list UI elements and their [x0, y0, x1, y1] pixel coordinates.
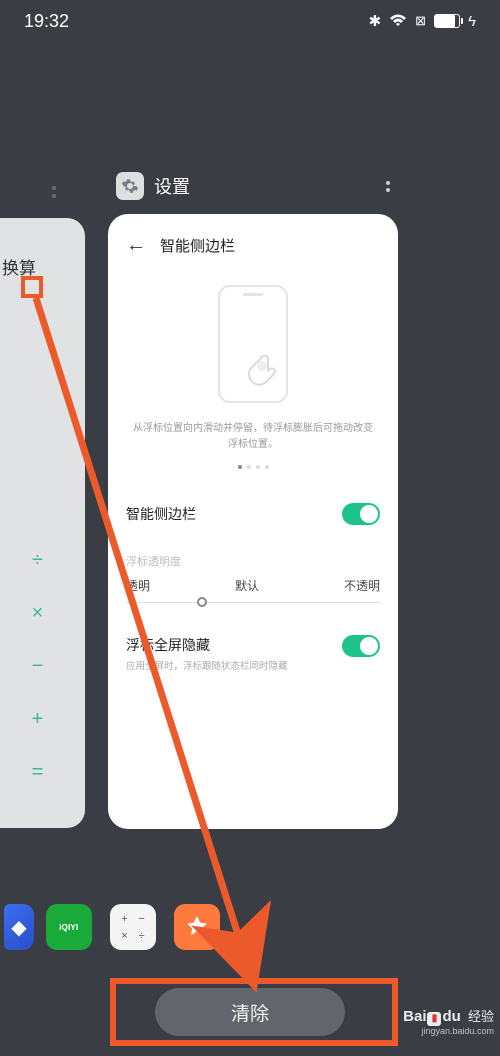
wm-brand-r: du: [442, 1008, 460, 1025]
recent-app-settings[interactable]: 设置 ← 智能侧边栏 从浮标位置向内滑动并停留，待浮标膨胀后可拖动改变浮标位置。…: [108, 168, 398, 829]
dock-app-iqiyi[interactable]: iQIYI: [46, 904, 92, 950]
hand-icon: [242, 345, 294, 401]
toggle-fullscreen-hide[interactable]: [342, 635, 380, 657]
back-icon[interactable]: ←: [126, 234, 146, 257]
app-title: 设置: [154, 173, 190, 199]
dock-app-4[interactable]: [174, 904, 220, 950]
annotation-end-rect: [110, 978, 398, 1046]
nosim-icon: ⊠: [415, 13, 426, 29]
page-indicator: [126, 465, 380, 469]
equals-icon: =: [32, 761, 44, 784]
row-fullscreen-hide[interactable]: 浮标全屏隐藏 应用全屏时，浮标跟随状态栏同时隐藏: [126, 621, 380, 686]
row-label: 浮标全屏隐藏: [126, 635, 288, 655]
toggle-smart-sidebar[interactable]: [342, 503, 380, 525]
slider-thumb[interactable]: [197, 597, 207, 607]
wifi-icon: [389, 14, 407, 28]
calc-operators: ÷ × − + =: [2, 549, 73, 784]
settings-card: ← 智能侧边栏 从浮标位置向内滑动并停留，待浮标膨胀后可拖动改变浮标位置。 智能…: [108, 214, 398, 829]
annotation-start-rect: [21, 276, 43, 298]
multiply-icon: ×: [32, 602, 44, 625]
status-time: 19:32: [24, 11, 69, 32]
opacity-slider[interactable]: [126, 602, 380, 603]
status-icons: ✱ ⊠ ϟ: [369, 12, 476, 30]
opacity-section-label: 浮标透明度: [126, 553, 380, 569]
slider-label-left: 透明: [126, 577, 150, 594]
bluetooth-icon: ✱: [369, 12, 382, 30]
settings-app-icon: [116, 172, 144, 200]
illustration-caption: 从浮标位置向内滑动并停留，待浮标膨胀后可拖动改变浮标位置。: [126, 421, 380, 453]
slider-label-mid: 默认: [235, 577, 259, 594]
row-smart-sidebar[interactable]: 智能侧边栏: [126, 489, 380, 539]
wm-suffix: 经验: [468, 1009, 494, 1024]
minus-icon: −: [32, 655, 44, 678]
divide-icon: ÷: [32, 549, 43, 572]
charging-icon: ϟ: [468, 13, 476, 30]
watermark: Bai▮du 经验 jingyan.baidu.com: [403, 1007, 494, 1038]
plus-icon: +: [32, 708, 44, 731]
battery-icon: [434, 14, 460, 28]
dock-app-1[interactable]: ◆: [4, 904, 34, 950]
sidebar-illustration: [188, 279, 318, 409]
drag-handle-icon[interactable]: [52, 186, 56, 198]
row-label: 智能侧边栏: [126, 504, 196, 524]
slider-labels: 透明 默认 不透明: [126, 577, 380, 594]
wm-url: jingyan.baidu.com: [403, 1026, 494, 1038]
slider-label-right: 不透明: [344, 577, 380, 594]
card-header: 设置: [108, 168, 398, 214]
dock-app-calculator[interactable]: +−×÷: [110, 904, 156, 950]
page-title: 智能侧边栏: [160, 235, 235, 256]
more-options-icon[interactable]: [386, 181, 390, 192]
card-topbar: ← 智能侧边栏: [126, 234, 380, 257]
app-dock: ◆ iQIYI +−×÷: [4, 904, 220, 950]
wm-brand-l: Bai: [403, 1008, 426, 1025]
status-bar: 19:32 ✱ ⊠ ϟ: [0, 0, 500, 42]
row-subtitle: 应用全屏时，浮标跟随状态栏同时隐藏: [126, 658, 288, 672]
recent-app-calculator[interactable]: 换算 ÷ × − + =: [0, 218, 85, 828]
